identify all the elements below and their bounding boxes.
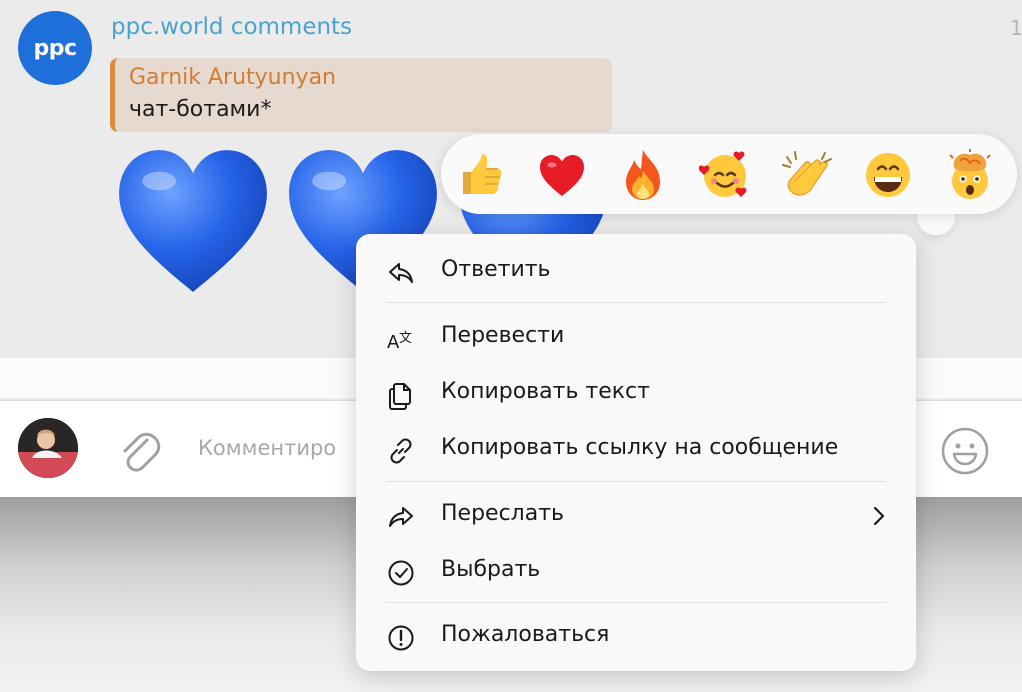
menu-label-forward: Переслать bbox=[441, 501, 564, 526]
channel-avatar[interactable]: ppc bbox=[18, 11, 92, 85]
message-time: 1 bbox=[1010, 16, 1022, 40]
menu-label-copy-text: Копировать текст bbox=[441, 379, 650, 404]
menu-label-copy-link: Копировать ссылку на сообщение bbox=[441, 435, 839, 460]
svg-text:文: 文 bbox=[399, 331, 412, 346]
menu-label-reply: Ответить bbox=[441, 257, 551, 282]
fire-reaction-icon[interactable] bbox=[614, 146, 672, 204]
menu-label-translate: Перевести bbox=[441, 323, 565, 348]
menu-item-reply[interactable]: Ответить bbox=[356, 250, 916, 294]
menu-separator bbox=[386, 302, 886, 303]
menu-item-forward[interactable]: Переслать bbox=[356, 494, 916, 538]
reaction-bar bbox=[441, 134, 1017, 214]
exploding-head-reaction-icon[interactable] bbox=[941, 146, 999, 204]
paperclip-icon[interactable] bbox=[117, 426, 161, 474]
copy-icon bbox=[389, 383, 411, 410]
thumbs-up-reaction-icon[interactable] bbox=[451, 146, 509, 204]
menu-item-report[interactable]: Пожаловаться bbox=[356, 615, 916, 659]
menu-label-report: Пожаловаться bbox=[441, 622, 610, 647]
reply-icon bbox=[389, 263, 413, 283]
link-icon bbox=[390, 438, 412, 464]
emoji-picker-icon[interactable] bbox=[940, 426, 990, 476]
menu-item-copy-link[interactable]: Копировать ссылку на сообщение bbox=[356, 428, 916, 472]
exclamation-circle-icon bbox=[388, 625, 414, 651]
translate-icon: A文 bbox=[387, 331, 412, 353]
menu-item-select[interactable]: Выбрать bbox=[356, 550, 916, 594]
menu-item-copy-text[interactable]: Копировать текст bbox=[356, 372, 916, 416]
reply-quote[interactable]: Garnik Arutyunyan чат-ботами* bbox=[110, 58, 612, 132]
reply-author: Garnik Arutyunyan bbox=[129, 65, 336, 90]
grinning-face-reaction-icon[interactable] bbox=[859, 146, 917, 204]
chevron-right-icon bbox=[873, 506, 885, 526]
reply-text: чат-ботами* bbox=[129, 97, 272, 122]
menu-separator bbox=[386, 602, 886, 603]
forward-icon bbox=[389, 507, 413, 527]
menu-label-select: Выбрать bbox=[441, 557, 541, 582]
comment-input[interactable]: Комментиро bbox=[198, 436, 336, 460]
user-avatar[interactable] bbox=[18, 418, 78, 478]
channel-avatar-text: ppc bbox=[33, 35, 77, 61]
clapping-hands-reaction-icon[interactable] bbox=[778, 146, 836, 204]
blue-heart-icon bbox=[119, 150, 267, 292]
menu-separator bbox=[386, 481, 886, 482]
smiling-face-with-hearts-reaction-icon[interactable] bbox=[696, 146, 754, 204]
message-context-menu: Ответить A文 Перевести Копировать текст К… bbox=[356, 234, 916, 671]
channel-name[interactable]: ppc.world comments bbox=[111, 14, 352, 40]
red-heart-reaction-icon[interactable] bbox=[533, 146, 591, 204]
checkmark-circle-icon bbox=[388, 560, 414, 586]
menu-item-translate[interactable]: A文 Перевести bbox=[356, 316, 916, 360]
